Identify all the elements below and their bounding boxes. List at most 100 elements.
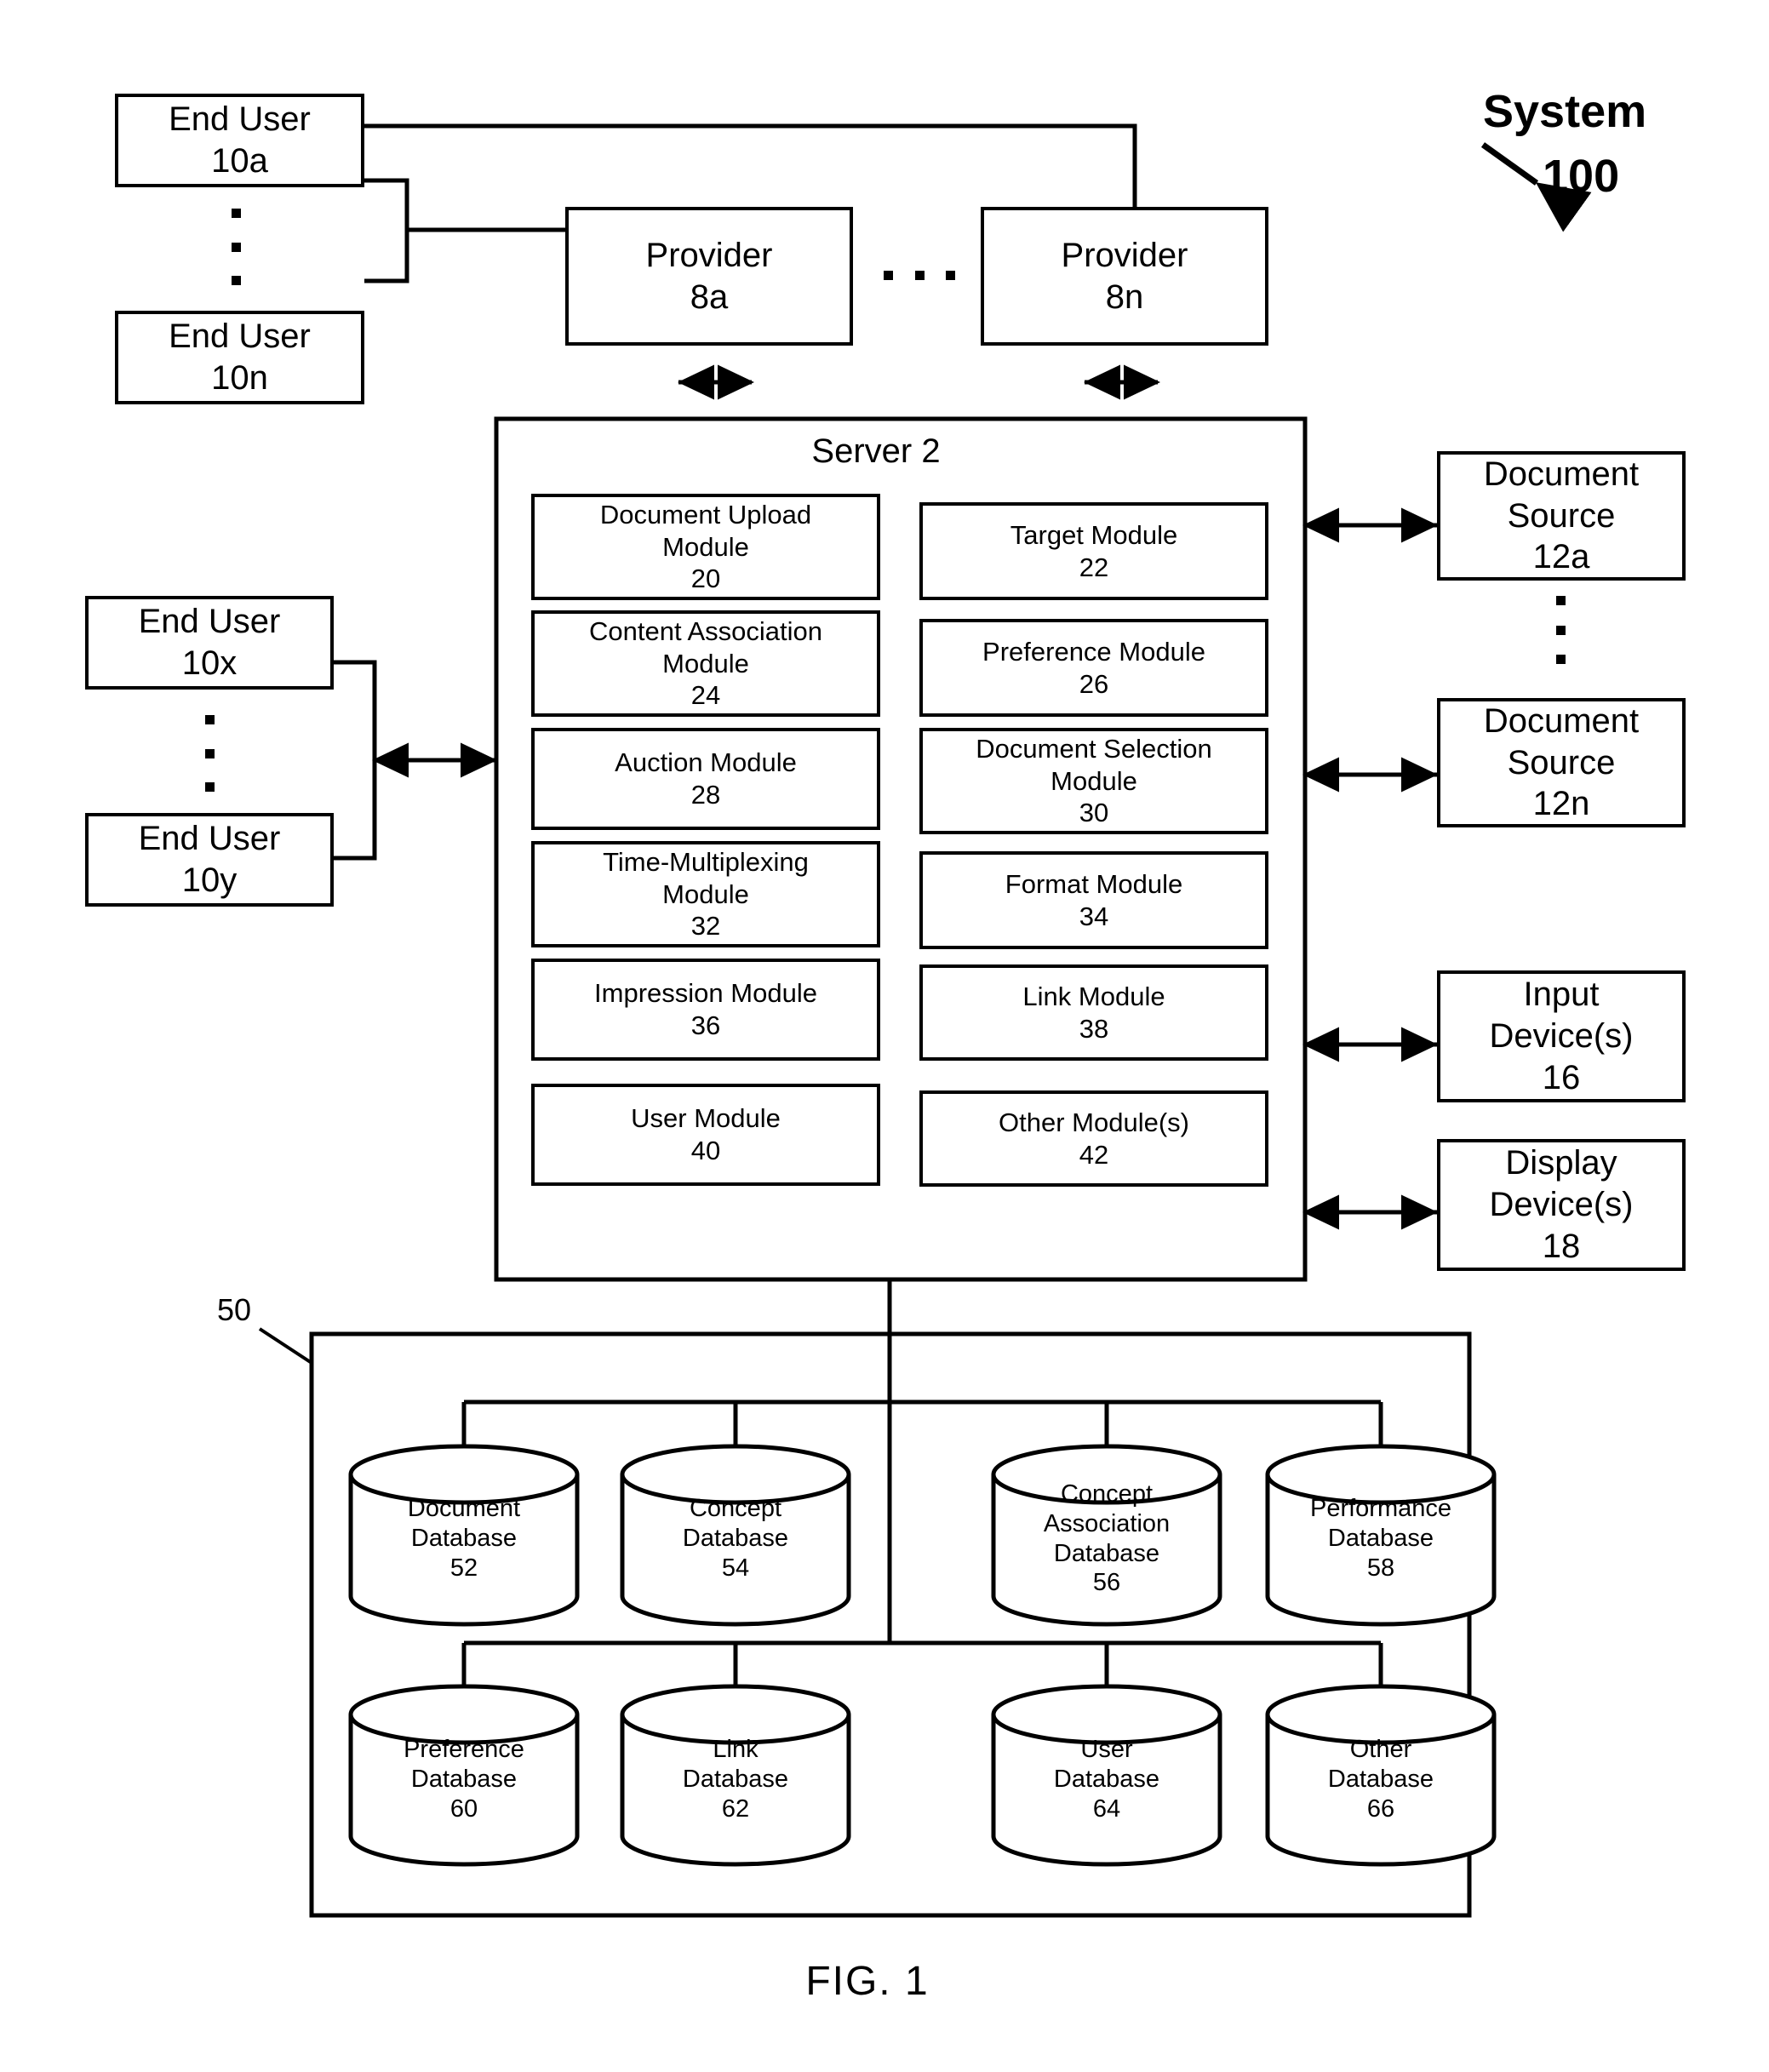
input-devices-line1: Input (1523, 976, 1600, 1014)
provider-8a-box[interactable]: Provider 8a (565, 207, 853, 346)
module-other[interactable]: Other Module(s) 42 (919, 1090, 1268, 1187)
db-60-line1: Preference (404, 1736, 524, 1763)
db-60-ref: 60 (449, 1794, 478, 1823)
module-30-line1: Document Selection (976, 733, 1212, 764)
display-devices-line1: Display (1505, 1144, 1617, 1182)
server-title-text: Server 2 (811, 432, 941, 470)
module-40-line1: User Module (631, 1103, 781, 1134)
provider-8n-name: Provider (1061, 236, 1188, 274)
module-format[interactable]: Format Module 34 (919, 851, 1268, 949)
db-54-line1: Concept (689, 1495, 781, 1522)
doc-source-12n-line1: Document (1483, 701, 1640, 740)
doc-source-12a-line2: Source (1507, 496, 1616, 535)
db-62-ref: 62 (721, 1794, 750, 1823)
end-user-10x-ref: 10x (181, 644, 238, 682)
db-concept-association-database-56[interactable]: Concept Association Database 56 (993, 1480, 1220, 1616)
db-58-line2: Database (1327, 1524, 1434, 1552)
module-30-ref: 30 (1079, 798, 1109, 828)
module-28-ref: 28 (690, 780, 721, 810)
db-user-database-64[interactable]: User Database 64 (993, 1735, 1220, 1846)
db-concept-database-54[interactable]: Concept Database 54 (622, 1494, 849, 1605)
module-user[interactable]: User Module 40 (531, 1084, 880, 1186)
doc-source-12n-line2: Source (1507, 743, 1616, 781)
display-devices-ref: 18 (1542, 1227, 1581, 1265)
module-20-ref: 20 (690, 564, 721, 594)
module-20-line1: Document Upload (599, 499, 812, 529)
db-66-line2: Database (1327, 1765, 1434, 1793)
db-other-database-66[interactable]: Other Database 66 (1268, 1735, 1494, 1846)
module-22-ref: 22 (1079, 552, 1109, 582)
db-54-ref: 54 (721, 1554, 750, 1582)
vertical-ellipsis-end-users-top (232, 209, 241, 285)
system-number: 100 (1543, 151, 1620, 202)
end-user-10n-ref: 10n (211, 359, 268, 397)
end-user-10y-box[interactable]: End User 10y (85, 813, 334, 907)
db-64-line2: Database (1053, 1765, 1160, 1793)
module-time-multiplexing[interactable]: Time-Multiplexing Module 32 (531, 841, 880, 947)
document-source-12n-box[interactable]: Document Source 12n (1437, 698, 1686, 827)
db-52-line2: Database (410, 1524, 518, 1552)
module-26-line1: Preference Module (982, 636, 1205, 667)
input-devices-ref: 16 (1542, 1058, 1581, 1096)
end-user-10n-name: End User (169, 318, 311, 356)
module-impression[interactable]: Impression Module 36 (531, 959, 880, 1061)
system-label: System (1483, 86, 1647, 137)
db-performance-database-58[interactable]: Performance Database 58 (1268, 1494, 1494, 1605)
end-user-10n-box[interactable]: End User 10n (115, 311, 364, 404)
module-30-line2: Module (1051, 765, 1137, 796)
module-32-line1: Time-Multiplexing (603, 846, 809, 877)
db-preference-database-60[interactable]: Preference Database 60 (351, 1735, 577, 1846)
module-document-selection[interactable]: Document Selection Module 30 (919, 728, 1268, 834)
db-66-line1: Other (1349, 1736, 1412, 1763)
end-user-10y-ref: 10y (181, 861, 238, 899)
input-devices-line2: Device(s) (1489, 1017, 1634, 1056)
module-42-ref: 42 (1079, 1139, 1109, 1170)
module-link[interactable]: Link Module 38 (919, 964, 1268, 1061)
vertical-ellipsis-document-sources (1556, 596, 1566, 664)
provider-8a-name: Provider (645, 236, 773, 274)
module-36-ref: 36 (690, 1010, 721, 1040)
display-devices-line2: Device(s) (1489, 1186, 1634, 1224)
figure-caption: FIG. 1 (0, 1958, 1769, 2005)
module-24-ref: 24 (690, 680, 721, 711)
group-50-ref: 50 (217, 1292, 252, 1327)
module-document-upload[interactable]: Document Upload Module 20 (531, 494, 880, 600)
module-26-ref: 26 (1079, 668, 1109, 699)
end-user-10x-name: End User (138, 603, 281, 641)
module-target[interactable]: Target Module 22 (919, 502, 1268, 600)
module-20-line2: Module (662, 531, 749, 562)
end-user-10y-name: End User (138, 820, 281, 858)
db-56-line1: Concept (1060, 1480, 1153, 1508)
document-source-12a-box[interactable]: Document Source 12a (1437, 451, 1686, 581)
module-24-line1: Content Association (588, 615, 822, 646)
module-auction[interactable]: Auction Module 28 (531, 728, 880, 830)
module-28-line1: Auction Module (615, 747, 797, 778)
doc-source-12a-line1: Document (1483, 455, 1640, 493)
db-62-line1: Link (713, 1736, 759, 1763)
input-devices-16-box[interactable]: Input Device(s) 16 (1437, 970, 1686, 1102)
horizontal-ellipsis-providers (884, 271, 955, 280)
figure-caption-text: FIG. 1 (805, 1959, 930, 2004)
display-devices-18-box[interactable]: Display Device(s) 18 (1437, 1139, 1686, 1271)
db-document-database-52[interactable]: Document Database 52 (351, 1494, 577, 1605)
module-preference[interactable]: Preference Module 26 (919, 619, 1268, 717)
doc-source-12n-ref: 12n (1532, 785, 1590, 823)
end-user-10a-box[interactable]: End User 10a (115, 94, 364, 187)
db-58-ref: 58 (1366, 1554, 1395, 1582)
db-link-database-62[interactable]: Link Database 62 (622, 1735, 849, 1846)
module-40-ref: 40 (690, 1136, 721, 1165)
db-64-line1: User (1080, 1736, 1133, 1763)
module-32-ref: 32 (690, 911, 721, 942)
patent-figure-1: System 100 End User 10a End User 10n Pro… (0, 0, 1769, 2072)
module-content-association[interactable]: Content Association Module 24 (531, 610, 880, 717)
module-36-line1: Impression Module (594, 978, 817, 1009)
module-22-line1: Target Module (1010, 519, 1178, 550)
module-34-ref: 34 (1079, 901, 1109, 931)
provider-8n-box[interactable]: Provider 8n (981, 207, 1268, 346)
end-user-10x-box[interactable]: End User 10x (85, 596, 334, 690)
db-60-line2: Database (410, 1765, 518, 1793)
db-66-ref: 66 (1366, 1794, 1395, 1823)
provider-8a-ref: 8a (690, 278, 729, 316)
module-38-ref: 38 (1079, 1013, 1109, 1044)
db-52-line1: Document (407, 1495, 521, 1522)
